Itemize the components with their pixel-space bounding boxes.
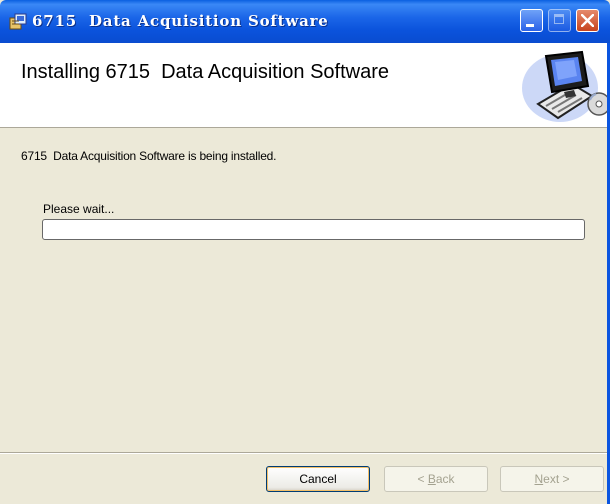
computer-with-cd-icon [522,50,610,122]
install-status-text: 6715 Data Acquisition Software is being … [21,149,277,163]
minimize-button[interactable] [520,9,543,32]
please-wait-label: Please wait... [43,202,115,216]
page-title: Installing 6715 Data Acquisition Softwar… [21,61,389,83]
window-title: 6715 Data Acquisition Software [32,12,329,30]
installer-window: 6715 Data Acquisition Software Installin… [0,0,610,504]
close-button[interactable] [576,9,599,32]
cancel-button[interactable]: Cancel [266,466,370,492]
installer-package-icon [9,13,27,30]
next-button: Next > [500,466,604,492]
install-progress-bar [42,219,585,240]
minimize-icon [526,24,534,27]
close-icon [581,14,594,27]
maximize-button [548,9,571,32]
button-separator [0,452,610,454]
title-bar[interactable]: 6715 Data Acquisition Software [0,0,610,43]
header-banner: Installing 6715 Data Acquisition Softwar… [0,43,610,128]
maximize-icon [554,14,564,24]
back-button: < Back [384,466,488,492]
